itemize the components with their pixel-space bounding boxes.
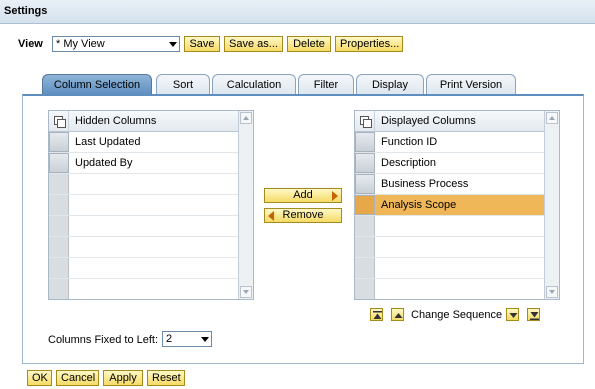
displayed-columns-header: Displayed Columns — [355, 111, 544, 132]
empty-row — [49, 279, 238, 300]
tab-filter[interactable]: Filter — [298, 74, 354, 95]
select-all-icon[interactable] — [49, 111, 69, 132]
cell-column-name: Function ID — [381, 136, 438, 148]
cell-column-name: Last Updated — [75, 136, 141, 148]
table-row[interactable]: Business Process — [355, 174, 544, 195]
row-selector — [49, 195, 69, 215]
hidden-columns-table: Hidden Columns Last Updated Updated By — [48, 110, 254, 300]
view-label: View — [18, 38, 43, 50]
empty-row — [49, 174, 238, 195]
vertical-scrollbar[interactable] — [544, 111, 559, 299]
remove-button-label: Remove — [282, 209, 324, 221]
row-selector — [49, 279, 69, 299]
empty-row — [49, 258, 238, 279]
select-all-icon[interactable] — [355, 111, 375, 132]
row-selector — [355, 237, 375, 257]
row-selector[interactable] — [355, 132, 375, 152]
table-row[interactable]: Updated By — [49, 153, 238, 174]
tab-print-version[interactable]: Print Version — [426, 74, 516, 95]
apply-button[interactable]: Apply — [103, 370, 143, 386]
row-selector[interactable] — [355, 153, 375, 173]
move-to-top-icon[interactable] — [370, 308, 383, 321]
row-selector — [355, 258, 375, 278]
cancel-button[interactable]: Cancel — [56, 370, 99, 386]
change-sequence-label: Change Sequence — [411, 309, 503, 321]
displayed-columns-table: Displayed Columns Function ID Descriptio… — [354, 110, 560, 300]
row-selector[interactable] — [49, 153, 69, 173]
scroll-down-icon[interactable] — [546, 286, 558, 298]
properties-button[interactable]: Properties... — [335, 36, 403, 52]
add-button-label: Add — [293, 189, 313, 201]
row-selector[interactable] — [49, 132, 69, 152]
chevron-down-icon[interactable] — [197, 332, 211, 346]
view-selected-value: * My View — [56, 38, 105, 50]
scroll-down-icon[interactable] — [240, 286, 252, 298]
move-to-bottom-icon[interactable] — [527, 308, 540, 321]
save-view-button[interactable]: Save — [184, 36, 220, 52]
row-selector — [355, 216, 375, 236]
row-selector — [49, 174, 69, 194]
row-selector[interactable] — [355, 195, 375, 215]
settings-title: Settings — [0, 0, 595, 24]
move-down-icon[interactable] — [506, 308, 519, 321]
columns-fixed-value: 2 — [166, 333, 173, 345]
empty-row — [355, 216, 544, 237]
tab-column-selection[interactable]: Column Selection — [42, 74, 152, 95]
tab-calculation[interactable]: Calculation — [212, 74, 296, 95]
empty-row — [355, 279, 544, 300]
empty-row — [49, 237, 238, 258]
add-button[interactable]: Add — [264, 188, 342, 203]
table-row-selected[interactable]: Analysis Scope — [355, 195, 544, 216]
cell-column-name: Updated By — [75, 157, 133, 169]
displayed-columns-title: Displayed Columns — [381, 115, 476, 127]
save-as-button[interactable]: Save as... — [224, 36, 283, 52]
vertical-scrollbar[interactable] — [238, 111, 253, 299]
row-selector[interactable] — [355, 174, 375, 194]
cell-column-name: Description — [381, 157, 437, 169]
ok-button[interactable]: OK — [27, 370, 52, 386]
hidden-columns-title: Hidden Columns — [75, 115, 157, 127]
remove-button[interactable]: Remove — [264, 208, 342, 223]
cell-column-name: Business Process — [381, 178, 469, 190]
cell-column-name: Analysis Scope — [381, 199, 457, 211]
hidden-columns-header: Hidden Columns — [49, 111, 238, 132]
table-row[interactable]: Description — [355, 153, 544, 174]
view-select[interactable]: * My View — [52, 36, 180, 52]
columns-fixed-select[interactable]: 2 — [162, 331, 212, 347]
row-selector — [49, 216, 69, 236]
tab-display[interactable]: Display — [356, 74, 424, 95]
empty-row — [49, 216, 238, 237]
delete-view-button[interactable]: Delete — [287, 36, 331, 52]
row-selector — [355, 279, 375, 299]
scroll-up-icon[interactable] — [546, 112, 558, 124]
arrow-right-icon — [332, 191, 338, 201]
scroll-up-icon[interactable] — [240, 112, 252, 124]
table-row[interactable]: Last Updated — [49, 132, 238, 153]
row-selector — [49, 258, 69, 278]
arrow-left-icon — [268, 211, 274, 221]
empty-row — [355, 237, 544, 258]
empty-row — [49, 195, 238, 216]
move-up-icon[interactable] — [391, 308, 404, 321]
chevron-down-icon[interactable] — [165, 37, 179, 51]
row-selector — [49, 237, 69, 257]
columns-fixed-label: Columns Fixed to Left: — [48, 334, 159, 346]
tab-sort[interactable]: Sort — [156, 74, 210, 95]
table-row[interactable]: Function ID — [355, 132, 544, 153]
reset-button[interactable]: Reset — [147, 370, 185, 386]
empty-row — [355, 258, 544, 279]
